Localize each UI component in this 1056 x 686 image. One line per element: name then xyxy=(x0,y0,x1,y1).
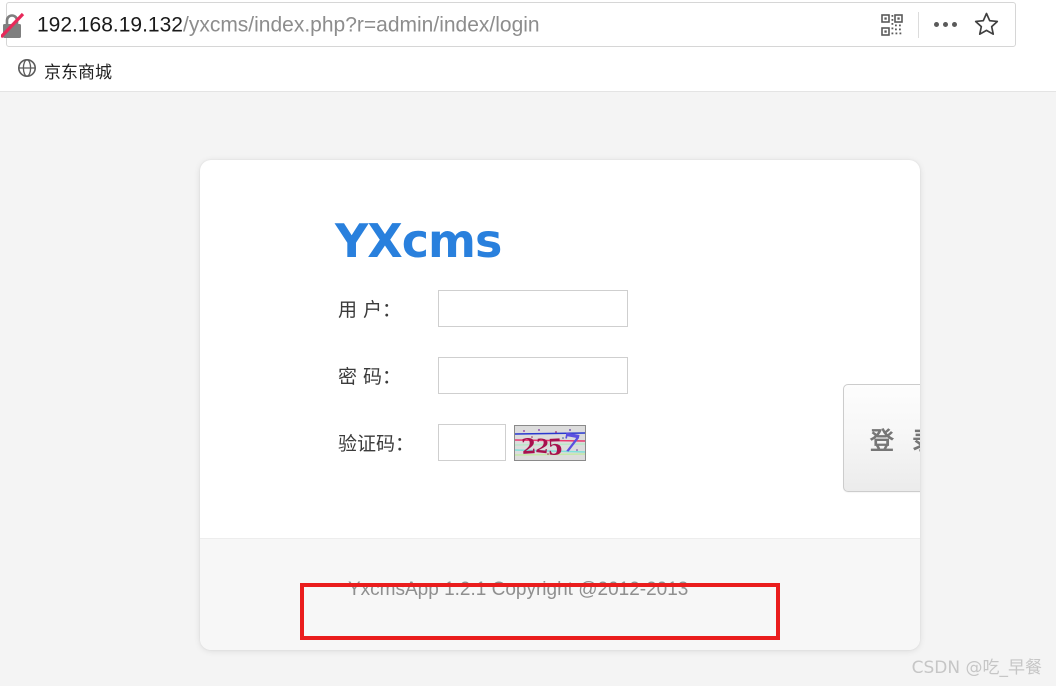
star-icon[interactable] xyxy=(965,3,1007,46)
password-row: 密 码： xyxy=(338,357,628,394)
captcha-row: 验证码： 2 2 5 7 xyxy=(338,424,586,461)
globe-icon xyxy=(17,58,37,83)
yxcms-logo: YXcms xyxy=(335,214,502,268)
password-label: 密 码： xyxy=(338,366,402,388)
url-host: 192.168.19.132 xyxy=(37,13,183,36)
bookmark-item-jingdong[interactable]: 京东商城 xyxy=(12,55,117,86)
bookmarks-bar: 京东商城 xyxy=(0,50,1056,92)
username-label: 用 户： xyxy=(338,299,402,321)
login-button[interactable]: 登 录 xyxy=(843,384,920,492)
copyright-text: YxcmsApp 1.2.1 Copyright @2012-2013 xyxy=(348,579,689,600)
password-input[interactable] xyxy=(438,357,628,394)
dot xyxy=(942,22,948,27)
login-card: YXcms 用 户： 密 码： 验证码： 2 2 5 7 登 YxcmsApp … xyxy=(200,160,920,650)
username-row: 用 户： xyxy=(338,290,628,327)
captcha-image[interactable]: 2 2 5 7 xyxy=(514,424,586,461)
url-bar-row: 192.168.19.132/yxcms/index.php?r=admin/i… xyxy=(0,0,1056,50)
username-input[interactable] xyxy=(438,290,628,327)
address-bar[interactable]: 192.168.19.132/yxcms/index.php?r=admin/i… xyxy=(0,2,1016,47)
dot xyxy=(933,22,939,27)
address-bar-actions xyxy=(872,3,1007,46)
captcha-label: 验证码： xyxy=(338,433,415,455)
url-path: /yxcms/index.php?r=admin/index/login xyxy=(182,13,540,36)
captcha-input[interactable] xyxy=(438,424,506,461)
dot xyxy=(951,22,957,27)
page-content: YXcms 用 户： 密 码： 验证码： 2 2 5 7 登 YxcmsApp … xyxy=(0,92,1056,686)
browser-chrome: 192.168.19.132/yxcms/index.php?r=admin/i… xyxy=(0,0,1056,92)
csdn-watermark: CSDN @吃_早餐 xyxy=(911,658,1042,678)
url-text: 192.168.19.132/yxcms/index.php?r=admin/i… xyxy=(37,14,540,35)
bookmark-label: 京东商城 xyxy=(44,63,112,83)
insecure-lock-icon[interactable] xyxy=(0,12,31,40)
more-dots-icon[interactable] xyxy=(925,3,965,46)
card-footer: YxcmsApp 1.2.1 Copyright @2012-2013 xyxy=(200,539,920,650)
qr-code-icon[interactable] xyxy=(872,3,912,46)
toolbar-divider xyxy=(918,11,919,38)
